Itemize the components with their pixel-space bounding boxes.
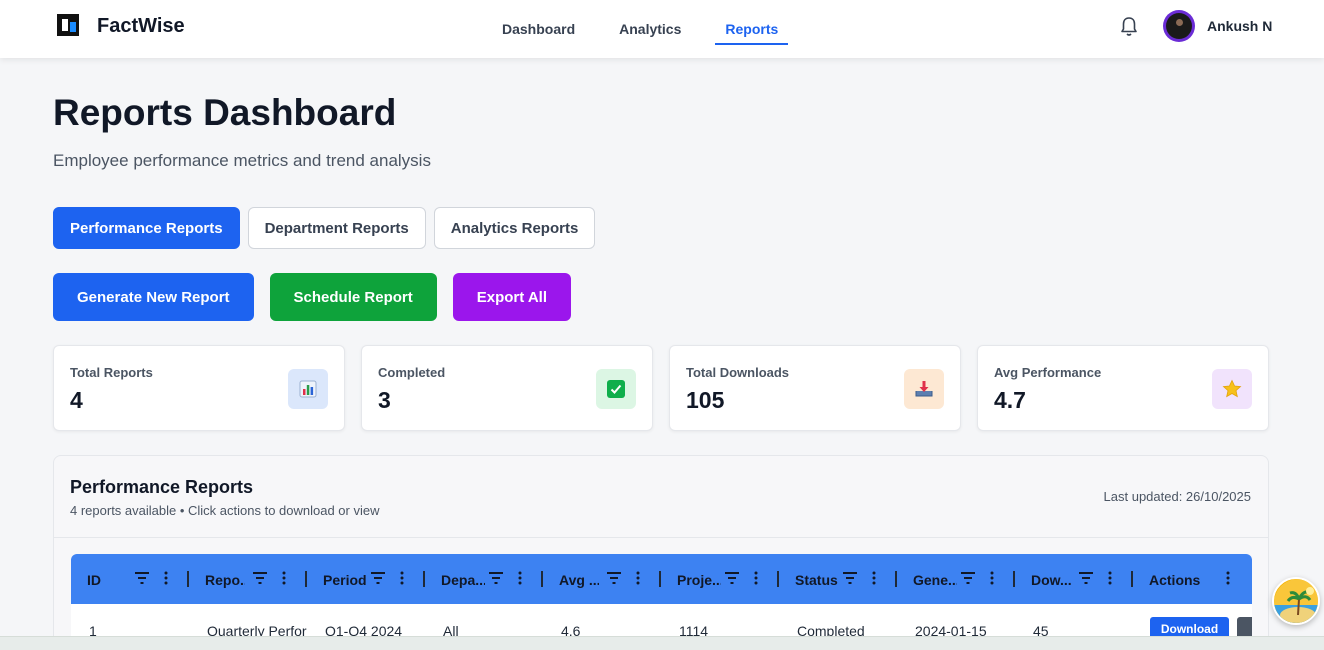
column-menu-icon[interactable]	[754, 571, 758, 585]
star-icon	[1212, 369, 1252, 409]
bell-icon[interactable]	[1119, 16, 1139, 38]
filter-icon[interactable]	[135, 572, 149, 584]
column-header-projects[interactable]: Proje...	[661, 554, 779, 604]
nav-reports[interactable]: Reports	[703, 0, 800, 58]
filter-icon[interactable]	[843, 572, 857, 584]
top-navbar: FactWise Dashboard Analytics Reports Ank…	[0, 0, 1324, 58]
stat-card-total-downloads: Total Downloads 105	[669, 345, 961, 431]
download-tray-icon	[904, 369, 944, 409]
stat-value: 3	[378, 387, 391, 413]
column-header-report[interactable]: Repo...	[189, 554, 307, 604]
stat-card-completed: Completed 3	[361, 345, 653, 431]
factwise-logo-icon	[57, 14, 81, 38]
column-header-generated[interactable]: Gene...	[897, 554, 1015, 604]
panel-subtitle: 4 reports available • Click actions to d…	[70, 503, 380, 518]
nav-dashboard[interactable]: Dashboard	[480, 0, 597, 58]
column-menu-icon[interactable]	[990, 571, 994, 585]
filter-icon[interactable]	[253, 572, 267, 584]
stat-value: 4	[70, 387, 83, 413]
column-menu-icon[interactable]	[872, 571, 876, 585]
bottom-bar	[0, 636, 1324, 650]
filter-icon[interactable]	[725, 572, 739, 584]
check-box-icon	[596, 369, 636, 409]
column-menu-icon[interactable]	[518, 571, 522, 585]
stat-card-total-reports: Total Reports 4	[53, 345, 345, 431]
stat-label: Completed	[378, 365, 446, 380]
schedule-report-button[interactable]: Schedule Report	[269, 273, 437, 321]
stat-label: Avg Performance	[994, 365, 1102, 380]
stat-label: Total Downloads	[686, 365, 790, 380]
tab-performance-reports[interactable]: Performance Reports	[53, 207, 240, 249]
column-header-department[interactable]: Depa...	[425, 554, 543, 604]
stat-value: 105	[686, 387, 725, 413]
table-header: ID Repo... Period Depa...	[71, 554, 1252, 604]
page-title: Reports Dashboard	[53, 92, 397, 133]
column-menu-icon[interactable]	[1108, 571, 1112, 585]
column-header-period[interactable]: Period	[307, 554, 425, 604]
bar-chart-icon	[288, 369, 328, 409]
export-all-button[interactable]: Export All	[452, 273, 572, 321]
column-menu-icon[interactable]	[636, 571, 640, 585]
tab-analytics-reports[interactable]: Analytics Reports	[433, 207, 596, 249]
report-tabs: Performance Reports Department Reports A…	[53, 207, 596, 249]
column-menu-icon[interactable]	[1226, 571, 1230, 585]
generate-report-button[interactable]: Generate New Report	[53, 273, 254, 321]
column-menu-icon[interactable]	[164, 571, 168, 585]
stat-value: 4.7	[994, 387, 1026, 413]
page-subtitle: Employee performance metrics and trend a…	[53, 151, 431, 170]
tab-department-reports[interactable]: Department Reports	[247, 207, 426, 249]
nav-links: Dashboard Analytics Reports	[480, 0, 800, 58]
stat-label: Total Reports	[70, 365, 153, 380]
panel-title: Performance Reports	[70, 477, 254, 497]
avatar[interactable]	[1163, 10, 1195, 42]
nav-analytics[interactable]: Analytics	[597, 0, 703, 58]
column-menu-icon[interactable]	[400, 571, 404, 585]
panel-header: Performance Reports 4 reports available …	[54, 456, 1268, 538]
last-updated: Last updated: 26/10/2025	[1103, 489, 1251, 504]
column-header-id[interactable]: ID	[71, 554, 189, 604]
assistant-widget-icon[interactable]	[1272, 577, 1320, 625]
column-menu-icon[interactable]	[282, 571, 286, 585]
user-name[interactable]: Ankush N	[1207, 18, 1272, 34]
filter-icon[interactable]	[961, 572, 975, 584]
performance-reports-panel: Performance Reports 4 reports available …	[53, 455, 1269, 650]
brand-name: FactWise	[97, 14, 185, 37]
brand[interactable]: FactWise	[57, 14, 185, 38]
stat-cards: Total Reports 4 Completed 3 Total Downlo…	[53, 345, 1269, 431]
action-buttons: Generate New Report Schedule Report Expo…	[53, 273, 572, 321]
column-header-downloads[interactable]: Dow...	[1015, 554, 1133, 604]
column-header-actions[interactable]: Actions	[1133, 554, 1252, 604]
filter-icon[interactable]	[607, 572, 621, 584]
stat-card-avg-performance: Avg Performance 4.7	[977, 345, 1269, 431]
column-header-status[interactable]: Status	[779, 554, 897, 604]
filter-icon[interactable]	[489, 572, 503, 584]
column-header-avg[interactable]: Avg ...	[543, 554, 661, 604]
filter-icon[interactable]	[371, 572, 385, 584]
filter-icon[interactable]	[1079, 572, 1093, 584]
